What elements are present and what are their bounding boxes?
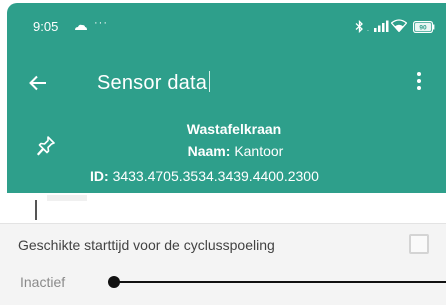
content-divider [35,200,45,220]
device-location: Naam: Kantoor [7,143,446,159]
device-header: Wastafelkraan Naam: Kantoor ID: 3433.470… [7,121,446,193]
setting-row[interactable]: Geschikte starttijd voor de cyclusspoeli… [0,223,446,305]
setting-title: Geschikte starttijd voor de cyclusspoeli… [18,237,275,253]
more-notifications-icon: ··· [94,17,108,29]
device-id: ID: 3433.4705.3534.3439.4400.2300 [90,168,319,184]
content-area [7,193,446,223]
svg-text:.: . [367,26,369,32]
page-title: Sensor data [97,71,211,95]
annotation-pointer-dot [108,276,120,288]
naam-value: Kantoor [234,143,284,159]
wifi-icon [391,19,407,32]
cloud-icon [75,24,87,30]
setting-checkbox[interactable] [409,234,429,254]
battery-level: 90 [419,25,427,32]
bluetooth-icon [355,20,363,33]
text-caret [209,71,211,92]
status-bar: 9:05 ··· . 90 [7,3,446,49]
naam-label: Naam: [187,143,231,159]
page-title-text: Sensor data [97,72,208,94]
annotation-pointer-line [114,281,446,283]
content-placeholder [47,195,87,201]
app-bar: Sensor data [7,49,446,121]
phone-screen: 9:05 ··· . 90 Sensor data Wastafelkraan … [0,0,446,305]
status-time: 9:05 [33,19,59,34]
device-name: Wastafelkraan [186,121,282,137]
id-label: ID: [90,168,109,184]
id-value: 3433.4705.3534.3439.4400.2300 [112,168,319,184]
setting-status: Inactief [20,274,66,290]
signal-icon: . [367,20,389,32]
overflow-menu-icon[interactable] [417,71,421,91]
battery-icon: 90 [413,20,435,34]
back-arrow-icon[interactable] [29,75,47,91]
